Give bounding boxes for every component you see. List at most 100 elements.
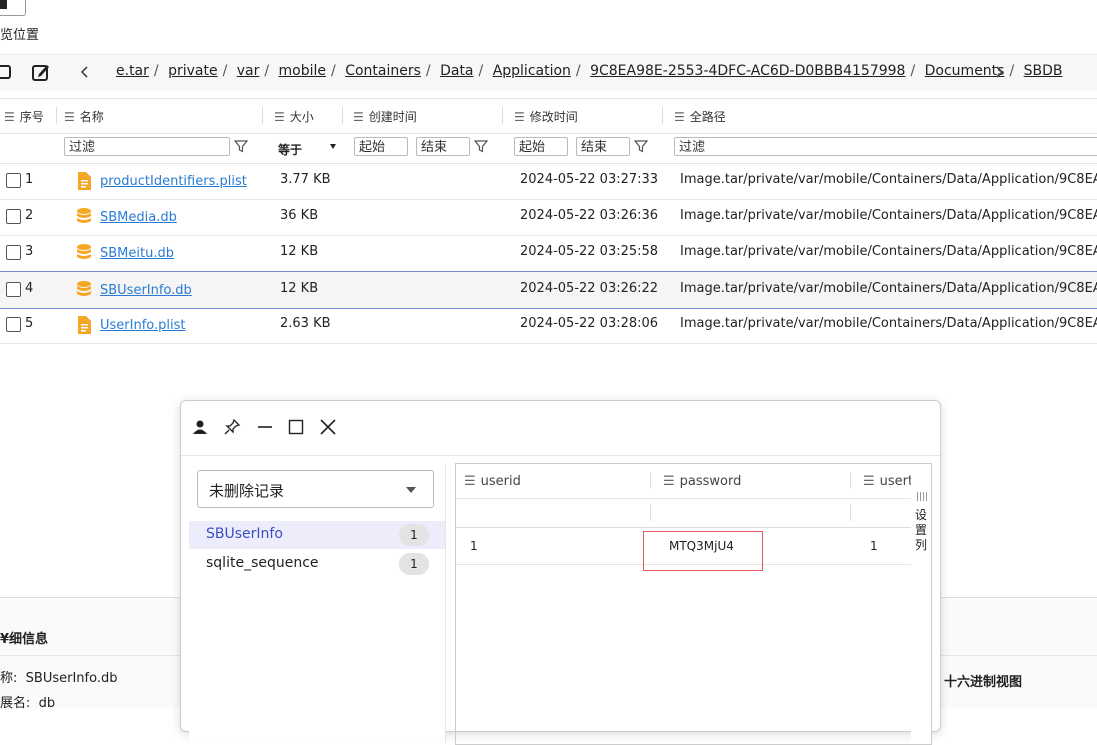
- file-name-link[interactable]: productIdentifiers.plist: [100, 174, 247, 189]
- row-checkbox[interactable]: [6, 173, 21, 188]
- column-menu-icon: ☰: [663, 474, 675, 489]
- column-divider[interactable]: [850, 473, 851, 489]
- created-start-input[interactable]: 起始: [354, 137, 408, 156]
- panel-toggle-icon[interactable]: [0, 61, 16, 83]
- filter-icon[interactable]: [634, 139, 648, 153]
- column-header-modified[interactable]: ☰ 修改时间: [514, 108, 578, 125]
- grid-row[interactable]: 1 MTQ3MjU4 1: [456, 528, 912, 571]
- breadcrumb-segment[interactable]: private: [168, 63, 218, 79]
- column-settings-label: 设置列: [915, 508, 928, 552]
- plist-file-icon: [78, 316, 91, 334]
- record-filter-select[interactable]: 未删除记录: [197, 470, 434, 508]
- file-path: Image.tar/private/var/mobile/Containers/…: [680, 244, 1097, 259]
- file-name-link[interactable]: SBMeitu.db: [100, 246, 174, 261]
- file-name-link[interactable]: SBUserInfo.db: [100, 283, 192, 298]
- cell-password: MTQ3MjU4: [669, 539, 734, 553]
- file-modified-time: 2024-05-22 03:25:58: [520, 244, 659, 259]
- column-header-index[interactable]: ☰ 序号: [4, 108, 44, 125]
- details-name: 称: SBUserInfo.db: [0, 671, 118, 686]
- top-control[interactable]: [0, 0, 26, 16]
- table-row[interactable]: 1 productIdentifiers.plist 3.77 KB 2024-…: [0, 163, 1097, 200]
- breadcrumb-segment[interactable]: e.tar: [116, 63, 149, 79]
- name-filter-input[interactable]: 过滤: [64, 137, 230, 156]
- table-row[interactable]: 5 UserInfo.plist 2.63 KB 2024-05-22 03:2…: [0, 307, 1097, 344]
- breadcrumb-segment[interactable]: var: [237, 63, 260, 79]
- pin-icon[interactable]: [223, 418, 241, 436]
- size-operator-select[interactable]: 等于: [278, 141, 302, 158]
- edit-icon[interactable]: [30, 61, 52, 83]
- row-index: 4: [25, 281, 34, 296]
- column-divider[interactable]: [662, 107, 663, 124]
- column-menu-icon: ☰: [514, 110, 525, 124]
- filter-icon[interactable]: [234, 139, 248, 153]
- table-row[interactable]: 3 SBMeitu.db 12 KB 2024-05-22 03:25:58 I…: [0, 235, 1097, 272]
- grid-filter-row[interactable]: [456, 499, 912, 528]
- database-viewer-dialog: 未删除记录 SBUserInfo 1 sqlite_sequence 1 ☰ us…: [180, 400, 941, 745]
- table-row-selected[interactable]: 4 SBUserInfo.db 12 KB 2024-05-22 03:26:2…: [0, 271, 1097, 309]
- record-grid: ☰ userid ☰ password ☰ usert 1 MTQ3MjU4 1: [455, 463, 913, 745]
- column-divider[interactable]: [502, 107, 503, 124]
- user-icon[interactable]: [191, 418, 209, 436]
- breadcrumb-segment[interactable]: Application: [493, 63, 571, 79]
- grid-column-password[interactable]: ☰ password: [663, 474, 741, 489]
- file-modified-time: 2024-05-22 03:26:36: [520, 208, 659, 223]
- hex-view-tab[interactable]: 十六进制视图: [944, 671, 1022, 690]
- row-index: 5: [25, 316, 34, 331]
- path-filter-input[interactable]: 过滤: [674, 137, 1097, 156]
- database-icon: [77, 208, 91, 223]
- column-header-created[interactable]: ☰ 创建时间: [353, 108, 417, 125]
- grid-column-userid[interactable]: ☰ userid: [464, 474, 521, 489]
- breadcrumb-segment[interactable]: mobile: [279, 63, 326, 79]
- breadcrumb-segment[interactable]: Containers: [345, 63, 421, 79]
- file-path: Image.tar/private/var/mobile/Containers/…: [680, 281, 1097, 296]
- file-modified-time: 2024-05-22 03:26:22: [520, 281, 659, 296]
- file-path: Image.tar/private/var/mobile/Containers/…: [680, 316, 1097, 331]
- filter-icon[interactable]: [474, 139, 488, 153]
- row-checkbox[interactable]: [6, 317, 21, 332]
- column-divider[interactable]: [650, 473, 651, 489]
- database-icon: [77, 281, 91, 296]
- minimize-icon[interactable]: [256, 418, 274, 436]
- file-size: 2.63 KB: [280, 316, 331, 331]
- breadcrumb-segment[interactable]: Data: [440, 63, 473, 79]
- column-header-name[interactable]: ☰ 名称: [64, 108, 104, 125]
- column-divider[interactable]: [262, 107, 263, 124]
- row-checkbox[interactable]: [6, 282, 21, 297]
- file-name-link[interactable]: SBMedia.db: [100, 210, 177, 225]
- column-divider[interactable]: [342, 107, 343, 124]
- table-row[interactable]: 2 SBMedia.db 36 KB 2024-05-22 03:26:36 I…: [0, 199, 1097, 236]
- maximize-icon[interactable]: [287, 418, 305, 436]
- row-checkbox[interactable]: [6, 209, 21, 224]
- file-size: 36 KB: [280, 208, 319, 223]
- modified-start-input[interactable]: 起始: [514, 137, 568, 156]
- file-size: 3.77 KB: [280, 172, 331, 187]
- modified-end-input[interactable]: 结束: [576, 137, 630, 156]
- breadcrumb-toolbar: e.tar / private / var / mobile / Containers /…: [0, 54, 1097, 91]
- filter-row: 过滤 等于 起始 结束 起始 结束 过滤: [0, 133, 1097, 164]
- column-header-path[interactable]: ☰ 全路径: [674, 108, 726, 125]
- table-item-sbuserinfo[interactable]: SBUserInfo 1: [189, 521, 445, 549]
- close-icon[interactable]: [319, 418, 337, 436]
- breadcrumb: e.tar / private / var / mobile / Containers /…: [116, 63, 1063, 79]
- row-index: 1: [25, 172, 34, 187]
- column-divider[interactable]: [56, 107, 57, 124]
- row-checkbox[interactable]: [6, 245, 21, 260]
- column-settings-button[interactable]: |||| 设置列: [911, 463, 932, 745]
- chevron-right-icon[interactable]: [988, 61, 1010, 83]
- table-item-sqlite-sequence[interactable]: sqlite_sequence 1: [189, 550, 445, 578]
- chevron-left-icon[interactable]: [74, 61, 96, 83]
- plist-file-icon: [78, 172, 91, 190]
- file-size: 12 KB: [280, 281, 319, 296]
- column-menu-icon: ☰: [674, 110, 685, 124]
- grid-column-usert[interactable]: ☰ usert: [863, 474, 912, 489]
- cell-usert: 1: [870, 539, 878, 553]
- dropdown-arrow-icon[interactable]: [330, 144, 336, 149]
- file-table-header: ☰ 序号 ☰ 名称 ☰ 大小 ☰ 创建时间 ☰ 修改时间 ☰ 全路径: [0, 98, 1097, 134]
- breadcrumb-segment[interactable]: SBDB: [1024, 63, 1063, 79]
- file-name-link[interactable]: UserInfo.plist: [100, 318, 185, 333]
- column-header-size[interactable]: ☰ 大小: [274, 108, 314, 125]
- created-end-input[interactable]: 结束: [416, 137, 470, 156]
- details-extension: 展名: db: [0, 696, 56, 711]
- breadcrumb-segment[interactable]: 9C8EA98E-2553-4DFC-AC6D-D0BBB4157998: [590, 63, 905, 79]
- row-index: 2: [25, 208, 34, 223]
